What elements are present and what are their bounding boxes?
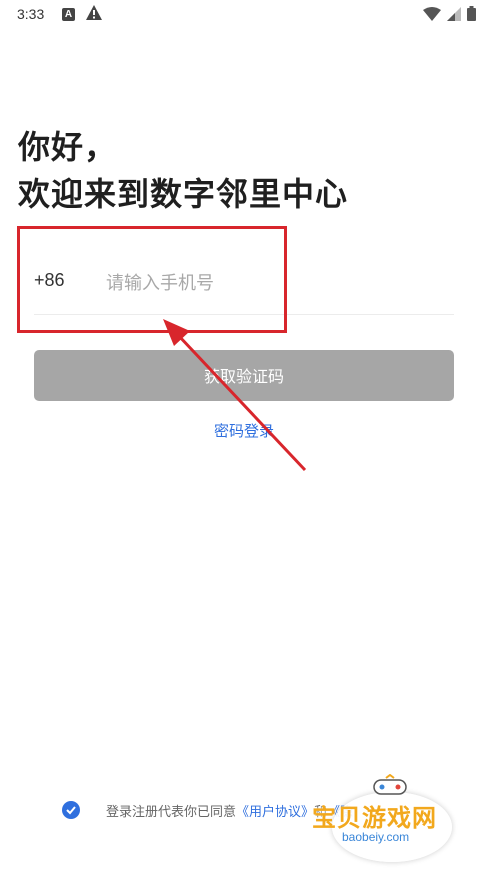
agreement-text: 登录注册代表你已同意	[106, 804, 237, 820]
signal-icon	[447, 6, 461, 25]
agreement-checkbox-check-icon[interactable]	[62, 801, 80, 819]
agreement-row: 登录注册代表你已同意 《用户协议》 和 《隐	[62, 799, 353, 821]
status-time: 3:33	[17, 6, 45, 22]
password-login-link[interactable]: 密码登录	[0, 420, 488, 441]
warning-icon	[86, 5, 102, 24]
get-code-button[interactable]: 获取验证码	[34, 350, 454, 401]
greeting-line-1: 你好，	[18, 128, 118, 166]
watermark-brand: 宝贝游戏网	[312, 804, 437, 832]
notification-a-icon: A	[62, 8, 75, 21]
watermark-domain: baobeiy.com	[342, 830, 410, 844]
watermark-logo: 宝贝游戏网 baobeiy.com	[312, 772, 472, 862]
page-title: 你好， 欢迎来到数字邻里中心	[18, 124, 348, 218]
highlight-annotation-box	[17, 226, 287, 333]
status-bar: 3:33 A	[0, 0, 488, 30]
battery-icon	[467, 6, 476, 25]
wifi-icon	[423, 6, 441, 25]
gamepad-icon	[373, 774, 407, 795]
greeting-line-2: 欢迎来到数字邻里中心	[18, 175, 349, 213]
user-agreement-link[interactable]: 《用户协议》	[236, 801, 314, 820]
